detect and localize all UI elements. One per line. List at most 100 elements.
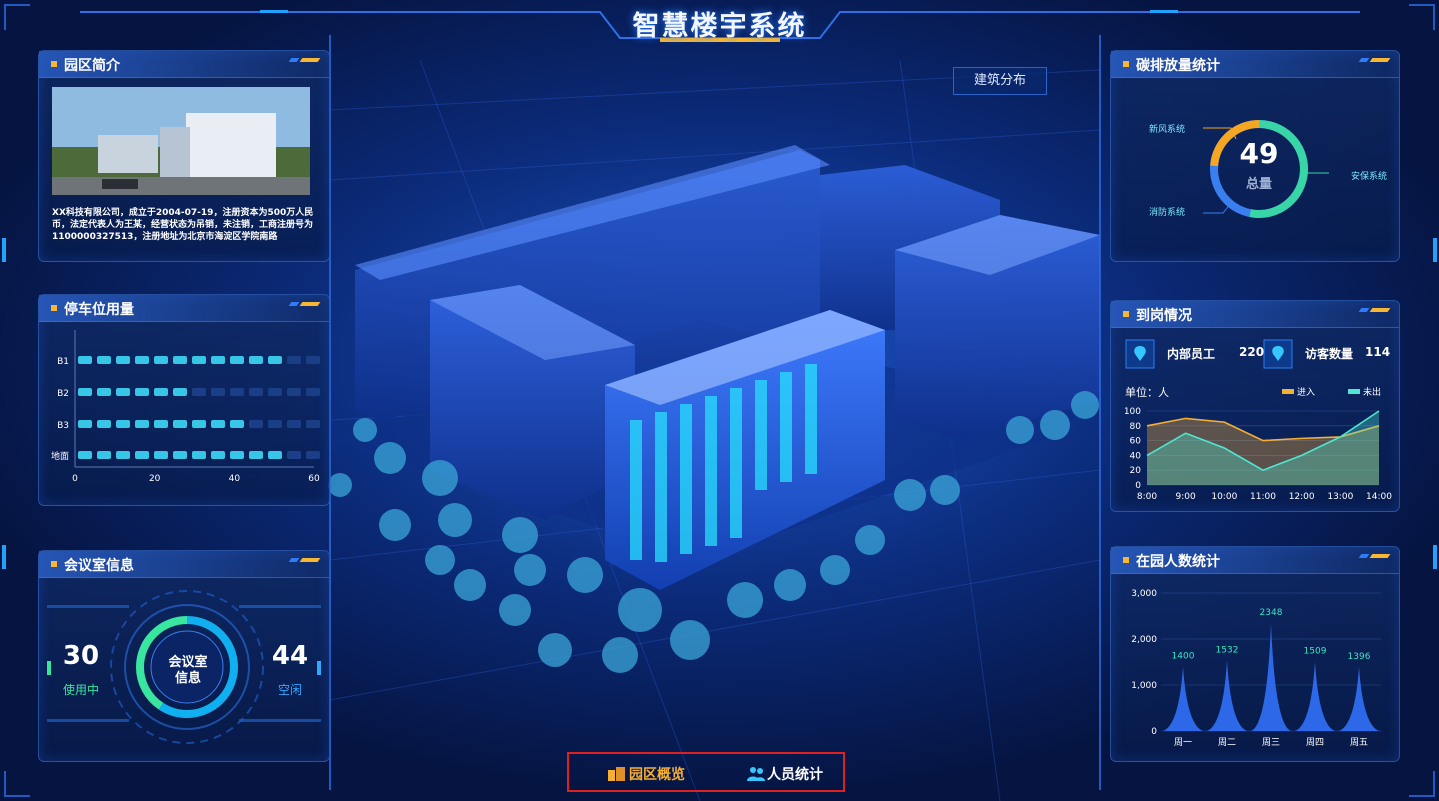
people-spike <box>1207 660 1247 731</box>
panel-header: 到岗情况 <box>1111 301 1399 328</box>
parking-level-label: 地面 <box>51 450 69 462</box>
parking-title: 停车位用量 <box>64 302 134 318</box>
parking-slot <box>97 451 111 459</box>
parking-slot <box>249 451 263 459</box>
people-data-label: 1396 <box>1348 652 1371 662</box>
panel-header: 园区简介 <box>39 51 329 78</box>
legend-out-swatch <box>1348 389 1360 394</box>
people-y-tick: 1,000 <box>1131 681 1157 691</box>
parking-slot <box>268 420 282 428</box>
parking-slot <box>116 420 130 428</box>
meeting-idle-value: 44 <box>271 641 309 671</box>
meeting-panel: 会议室信息 会议室 信息 30 使用中 44 空闲 <box>38 550 330 762</box>
meeting-in-use-value: 30 <box>62 641 100 671</box>
people-spike <box>1295 661 1335 731</box>
parking-slot <box>287 420 301 428</box>
park-photo <box>52 87 310 195</box>
legend-in: 进入 <box>1297 388 1316 398</box>
parking-level-label: B2 <box>57 389 69 399</box>
att-x-tick: 14:00 <box>1366 492 1392 502</box>
parking-slot <box>135 388 149 396</box>
unit-label: 单位：人 <box>1125 386 1169 399</box>
nav-people-stats[interactable]: 人员统计 <box>767 764 823 784</box>
people-x-tick: 周四 <box>1306 737 1324 748</box>
legend-in-swatch <box>1282 389 1294 394</box>
meeting-title: 会议室信息 <box>64 558 134 574</box>
building-icon <box>608 767 625 781</box>
att-y-tick: 80 <box>1130 422 1142 432</box>
parking-slot <box>116 356 130 364</box>
att-x-tick: 13:00 <box>1327 492 1353 502</box>
parking-slot <box>306 451 320 459</box>
park-intro-panel: 园区简介 XX科技有限公司，成立于2004-07-19，注册资本为500万人民币… <box>38 50 330 262</box>
parking-slot <box>116 388 130 396</box>
att-y-tick: 40 <box>1130 451 1142 461</box>
parking-slot <box>211 356 225 364</box>
parking-slot <box>230 356 244 364</box>
parking-slot <box>211 420 225 428</box>
visitor-location-icon <box>1263 339 1293 369</box>
people-data-label: 1532 <box>1216 646 1239 656</box>
parking-slot <box>230 420 244 428</box>
att-y-tick: 60 <box>1130 437 1142 447</box>
att-x-tick: 10:00 <box>1211 492 1237 502</box>
staff-label: 内部员工 <box>1167 347 1216 361</box>
parking-slot <box>306 388 320 396</box>
att-y-tick: 20 <box>1130 466 1142 476</box>
people-icon <box>747 767 765 781</box>
parking-slot <box>154 420 168 428</box>
nav-park-overview[interactable]: 园区概览 <box>629 764 685 784</box>
parking-slot <box>268 451 282 459</box>
visitor-label: 访客数量 <box>1305 347 1354 361</box>
carbon-total: 49 <box>1239 137 1279 170</box>
panel-header: 碳排放量统计 <box>1111 51 1399 78</box>
carbon-label-fresh-air: 新风系统 <box>1149 125 1186 135</box>
parking-x-tick: 40 <box>229 474 241 484</box>
park-intro-title: 园区简介 <box>64 58 120 74</box>
parking-slot <box>97 420 111 428</box>
parking-slot <box>249 388 263 396</box>
people-x-tick: 周五 <box>1350 737 1368 748</box>
parking-slot <box>116 451 130 459</box>
meeting-in-use-label: 使用中 <box>62 683 99 697</box>
att-x-tick: 9:00 <box>1176 492 1196 502</box>
parking-slot <box>78 420 92 428</box>
carbon-label-security: 安保系统 <box>1351 172 1388 182</box>
panel-header: 在园人数统计 <box>1111 547 1399 574</box>
parking-slot <box>78 356 92 364</box>
people-y-tick: 3,000 <box>1131 589 1157 599</box>
parking-slot <box>135 451 149 459</box>
parking-slot <box>173 420 187 428</box>
parking-slot <box>268 356 282 364</box>
panel-header: 停车位用量 <box>39 295 329 322</box>
parking-level-label: B3 <box>57 421 69 431</box>
parking-slot <box>78 451 92 459</box>
parking-slot <box>230 451 244 459</box>
parking-slot <box>211 451 225 459</box>
staff-value: 220 <box>1239 345 1265 359</box>
parking-level-label: B1 <box>57 357 69 367</box>
page-title: 智慧楼宇系统 <box>632 11 807 42</box>
att-y-tick: 100 <box>1124 407 1141 417</box>
panel-header: 会议室信息 <box>39 551 329 578</box>
carbon-total-label: 总量 <box>1245 177 1272 192</box>
parking-slot <box>287 451 301 459</box>
people-data-label: 1400 <box>1172 652 1195 662</box>
att-y-tick: 0 <box>1135 481 1141 491</box>
parking-slot <box>154 451 168 459</box>
parking-slot <box>287 356 301 364</box>
people-y-tick: 2,000 <box>1131 635 1157 645</box>
parking-slot <box>78 388 92 396</box>
parking-slot <box>192 420 206 428</box>
people-chart: 0 1,000 2,000 3,000 1400 周一 1532 周二 2348 周三 1509 周四… <box>1131 589 1381 748</box>
parking-slot <box>230 388 244 396</box>
meeting-center-line2: 信息 <box>174 671 201 686</box>
meeting-idle-label: 空闲 <box>277 683 302 697</box>
parking-slot <box>97 388 111 396</box>
attendance-title: 到岗情况 <box>1136 308 1192 324</box>
parking-slot <box>306 356 320 364</box>
parking-slot <box>173 356 187 364</box>
carbon-label-fire: 消防系统 <box>1149 208 1186 218</box>
carbon-panel: 碳排放量统计 49 总量 新风系统 安保系统 消防系统 <box>1110 50 1400 262</box>
building-distribution-button[interactable]: 建筑分布 <box>953 67 1047 95</box>
